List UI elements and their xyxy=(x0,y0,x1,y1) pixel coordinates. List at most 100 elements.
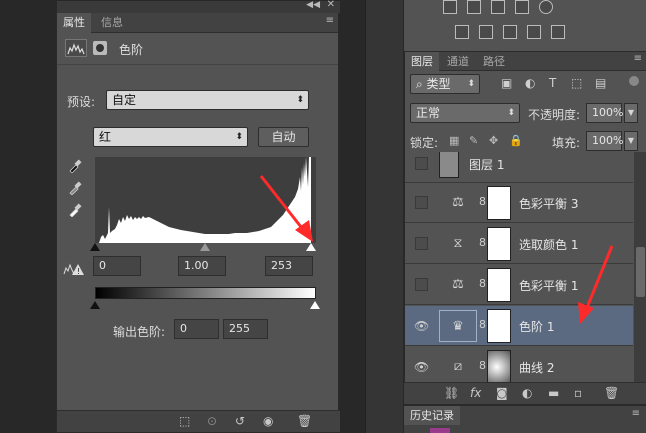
input-levels-slider[interactable] xyxy=(90,243,316,251)
adjustment-icon[interactable] xyxy=(515,0,529,14)
scrollbar-thumb[interactable] xyxy=(636,247,645,297)
panel-menu-icon[interactable]: ≡ xyxy=(632,408,640,419)
blend-mode-select[interactable]: 正常 ⬍ xyxy=(410,103,520,123)
output-black-field[interactable]: 0 xyxy=(174,319,219,339)
input-white-field[interactable]: 253 xyxy=(265,256,313,276)
new-adjustment-icon[interactable]: ◐ xyxy=(522,386,532,400)
tab-channels[interactable]: 通道 xyxy=(441,52,475,71)
panel-menu-icon[interactable]: ≡ xyxy=(326,15,334,26)
layers-scrollbar[interactable] xyxy=(634,152,646,384)
layer-row[interactable]: ⚖ 8 色彩平衡 1 xyxy=(405,265,633,305)
visibility-toggle[interactable] xyxy=(415,237,428,250)
properties-footer: ⬚ ⊙ ↺ ◉ 🗑 xyxy=(57,410,340,432)
layer-mask-thumbnail[interactable] xyxy=(487,227,511,261)
histogram-graph xyxy=(95,157,311,243)
lock-pixels-icon[interactable]: ✎ xyxy=(469,134,478,147)
layer-mask-thumbnail[interactable] xyxy=(487,350,511,382)
gray-point-eyedropper-icon[interactable] xyxy=(68,181,82,195)
panel-menu-icon[interactable]: ≡ xyxy=(634,53,642,64)
tab-history[interactable]: 历史记录 xyxy=(404,406,460,425)
tab-properties[interactable]: 属性 xyxy=(57,13,91,33)
eye-icon[interactable]: 👁 xyxy=(414,319,429,333)
white-output-handle[interactable] xyxy=(310,301,320,309)
visibility-icon[interactable]: ◉ xyxy=(263,414,273,428)
visibility-toggle[interactable] xyxy=(415,196,428,209)
clip-to-layer-icon[interactable]: ⬚ xyxy=(179,414,190,428)
black-point-eyedropper-icon[interactable] xyxy=(68,159,82,173)
history-panel: 历史记录 ≡ xyxy=(404,404,646,433)
black-output-handle[interactable] xyxy=(90,301,100,309)
fill-field[interactable]: 100% xyxy=(586,131,623,151)
layer-mask-thumbnail[interactable] xyxy=(487,268,511,302)
filter-toggle-icon[interactable] xyxy=(629,76,639,86)
layer-row[interactable]: 图层 1 xyxy=(405,152,633,183)
fx-icon[interactable]: fx xyxy=(470,386,481,400)
layer-name: 选取颜色 1 xyxy=(519,238,579,252)
layer-mask-thumbnail[interactable] xyxy=(487,186,511,220)
preset-select[interactable]: 自定 ⬍ xyxy=(106,90,309,110)
auto-button[interactable]: 自动 xyxy=(258,127,309,147)
lock-transparent-icon[interactable]: ▦ xyxy=(449,134,459,147)
trash-icon[interactable]: 🗑 xyxy=(604,386,619,400)
layer-row[interactable]: ⚖ 8 色彩平衡 3 xyxy=(405,183,633,223)
mask-icon[interactable] xyxy=(93,41,107,55)
filter-type-icon[interactable]: T xyxy=(549,76,556,90)
curves-icon: ⧄ xyxy=(453,359,463,374)
layer-row-selected[interactable]: 👁 ♛ 8 色阶 1 xyxy=(405,306,633,346)
tab-paths[interactable]: 路径 xyxy=(477,52,511,71)
channel-select[interactable]: 红 ⬍ xyxy=(93,127,248,147)
visibility-toggle[interactable] xyxy=(415,157,428,170)
link-icon[interactable]: 8 xyxy=(479,195,486,208)
layer-mask-thumbnail[interactable] xyxy=(487,309,511,343)
tab-info[interactable]: 信息 xyxy=(95,13,129,33)
layer-row[interactable]: 👁 ⧄ 8 曲线 2 xyxy=(405,347,633,382)
svg-text:!: ! xyxy=(77,267,80,276)
link-icon[interactable]: 8 xyxy=(479,277,486,290)
gamma-input-handle[interactable] xyxy=(200,243,210,251)
adjustment-icon[interactable] xyxy=(539,0,553,14)
eye-icon[interactable]: 👁 xyxy=(414,360,429,374)
adjustment-icon[interactable] xyxy=(551,25,565,39)
filter-image-icon[interactable]: ▣ xyxy=(501,76,512,90)
input-gamma-field[interactable]: 1.00 xyxy=(178,256,226,276)
link-icon[interactable]: 8 xyxy=(479,318,486,331)
adjustment-icon[interactable] xyxy=(503,25,517,39)
new-group-icon[interactable]: ▬ xyxy=(548,386,559,400)
layer-row[interactable]: ⧖ 8 选取颜色 1 xyxy=(405,224,633,264)
new-layer-icon[interactable]: ▫ xyxy=(574,386,582,400)
adjustment-icon[interactable] xyxy=(467,0,481,14)
trash-icon[interactable]: 🗑 xyxy=(297,414,312,428)
output-white-field[interactable]: 255 xyxy=(223,319,268,339)
white-point-eyedropper-icon[interactable] xyxy=(68,203,82,217)
view-previous-icon[interactable]: ⊙ xyxy=(207,414,217,428)
lock-position-icon[interactable]: ✥ xyxy=(489,134,498,147)
adjustment-icon[interactable] xyxy=(443,0,457,14)
blend-mode-value: 正常 xyxy=(416,106,441,120)
black-input-handle[interactable] xyxy=(90,243,100,251)
add-mask-icon[interactable]: ◙ xyxy=(496,386,508,400)
link-icon[interactable]: 8 xyxy=(479,236,486,249)
adjustment-icon[interactable] xyxy=(491,0,505,14)
reset-icon[interactable]: ↺ xyxy=(235,414,245,428)
adjustment-icon[interactable] xyxy=(455,25,469,39)
filter-shape-icon[interactable]: ⬚ xyxy=(571,76,582,90)
opacity-field[interactable]: 100% xyxy=(586,103,623,123)
tab-layers[interactable]: 图层 xyxy=(405,52,439,71)
fill-dropdown-icon[interactable]: ▼ xyxy=(624,131,638,151)
white-input-handle[interactable] xyxy=(306,243,316,251)
close-icon[interactable]: ✕ xyxy=(327,0,335,10)
input-black-field[interactable]: 0 xyxy=(93,256,141,276)
adjustment-icon[interactable] xyxy=(527,25,541,39)
adjustment-icon[interactable] xyxy=(479,25,493,39)
visibility-toggle[interactable] xyxy=(415,278,428,291)
filter-smart-object-icon[interactable]: ▤ xyxy=(595,76,606,90)
lock-all-icon[interactable]: 🔒 xyxy=(509,134,523,147)
collapse-icon[interactable]: ◀◀ xyxy=(306,0,320,10)
link-icon[interactable]: 8 xyxy=(479,359,486,372)
layer-filter-select[interactable]: ⌕ 类型 ⬍ xyxy=(410,74,480,94)
layer-name: 曲线 2 xyxy=(519,361,555,375)
clipping-warning-icon[interactable]: ! xyxy=(63,262,85,276)
filter-adjustment-icon[interactable]: ◐ xyxy=(525,76,535,90)
link-layers-icon[interactable]: ⛓ xyxy=(444,386,459,400)
opacity-dropdown-icon[interactable]: ▼ xyxy=(624,103,638,123)
